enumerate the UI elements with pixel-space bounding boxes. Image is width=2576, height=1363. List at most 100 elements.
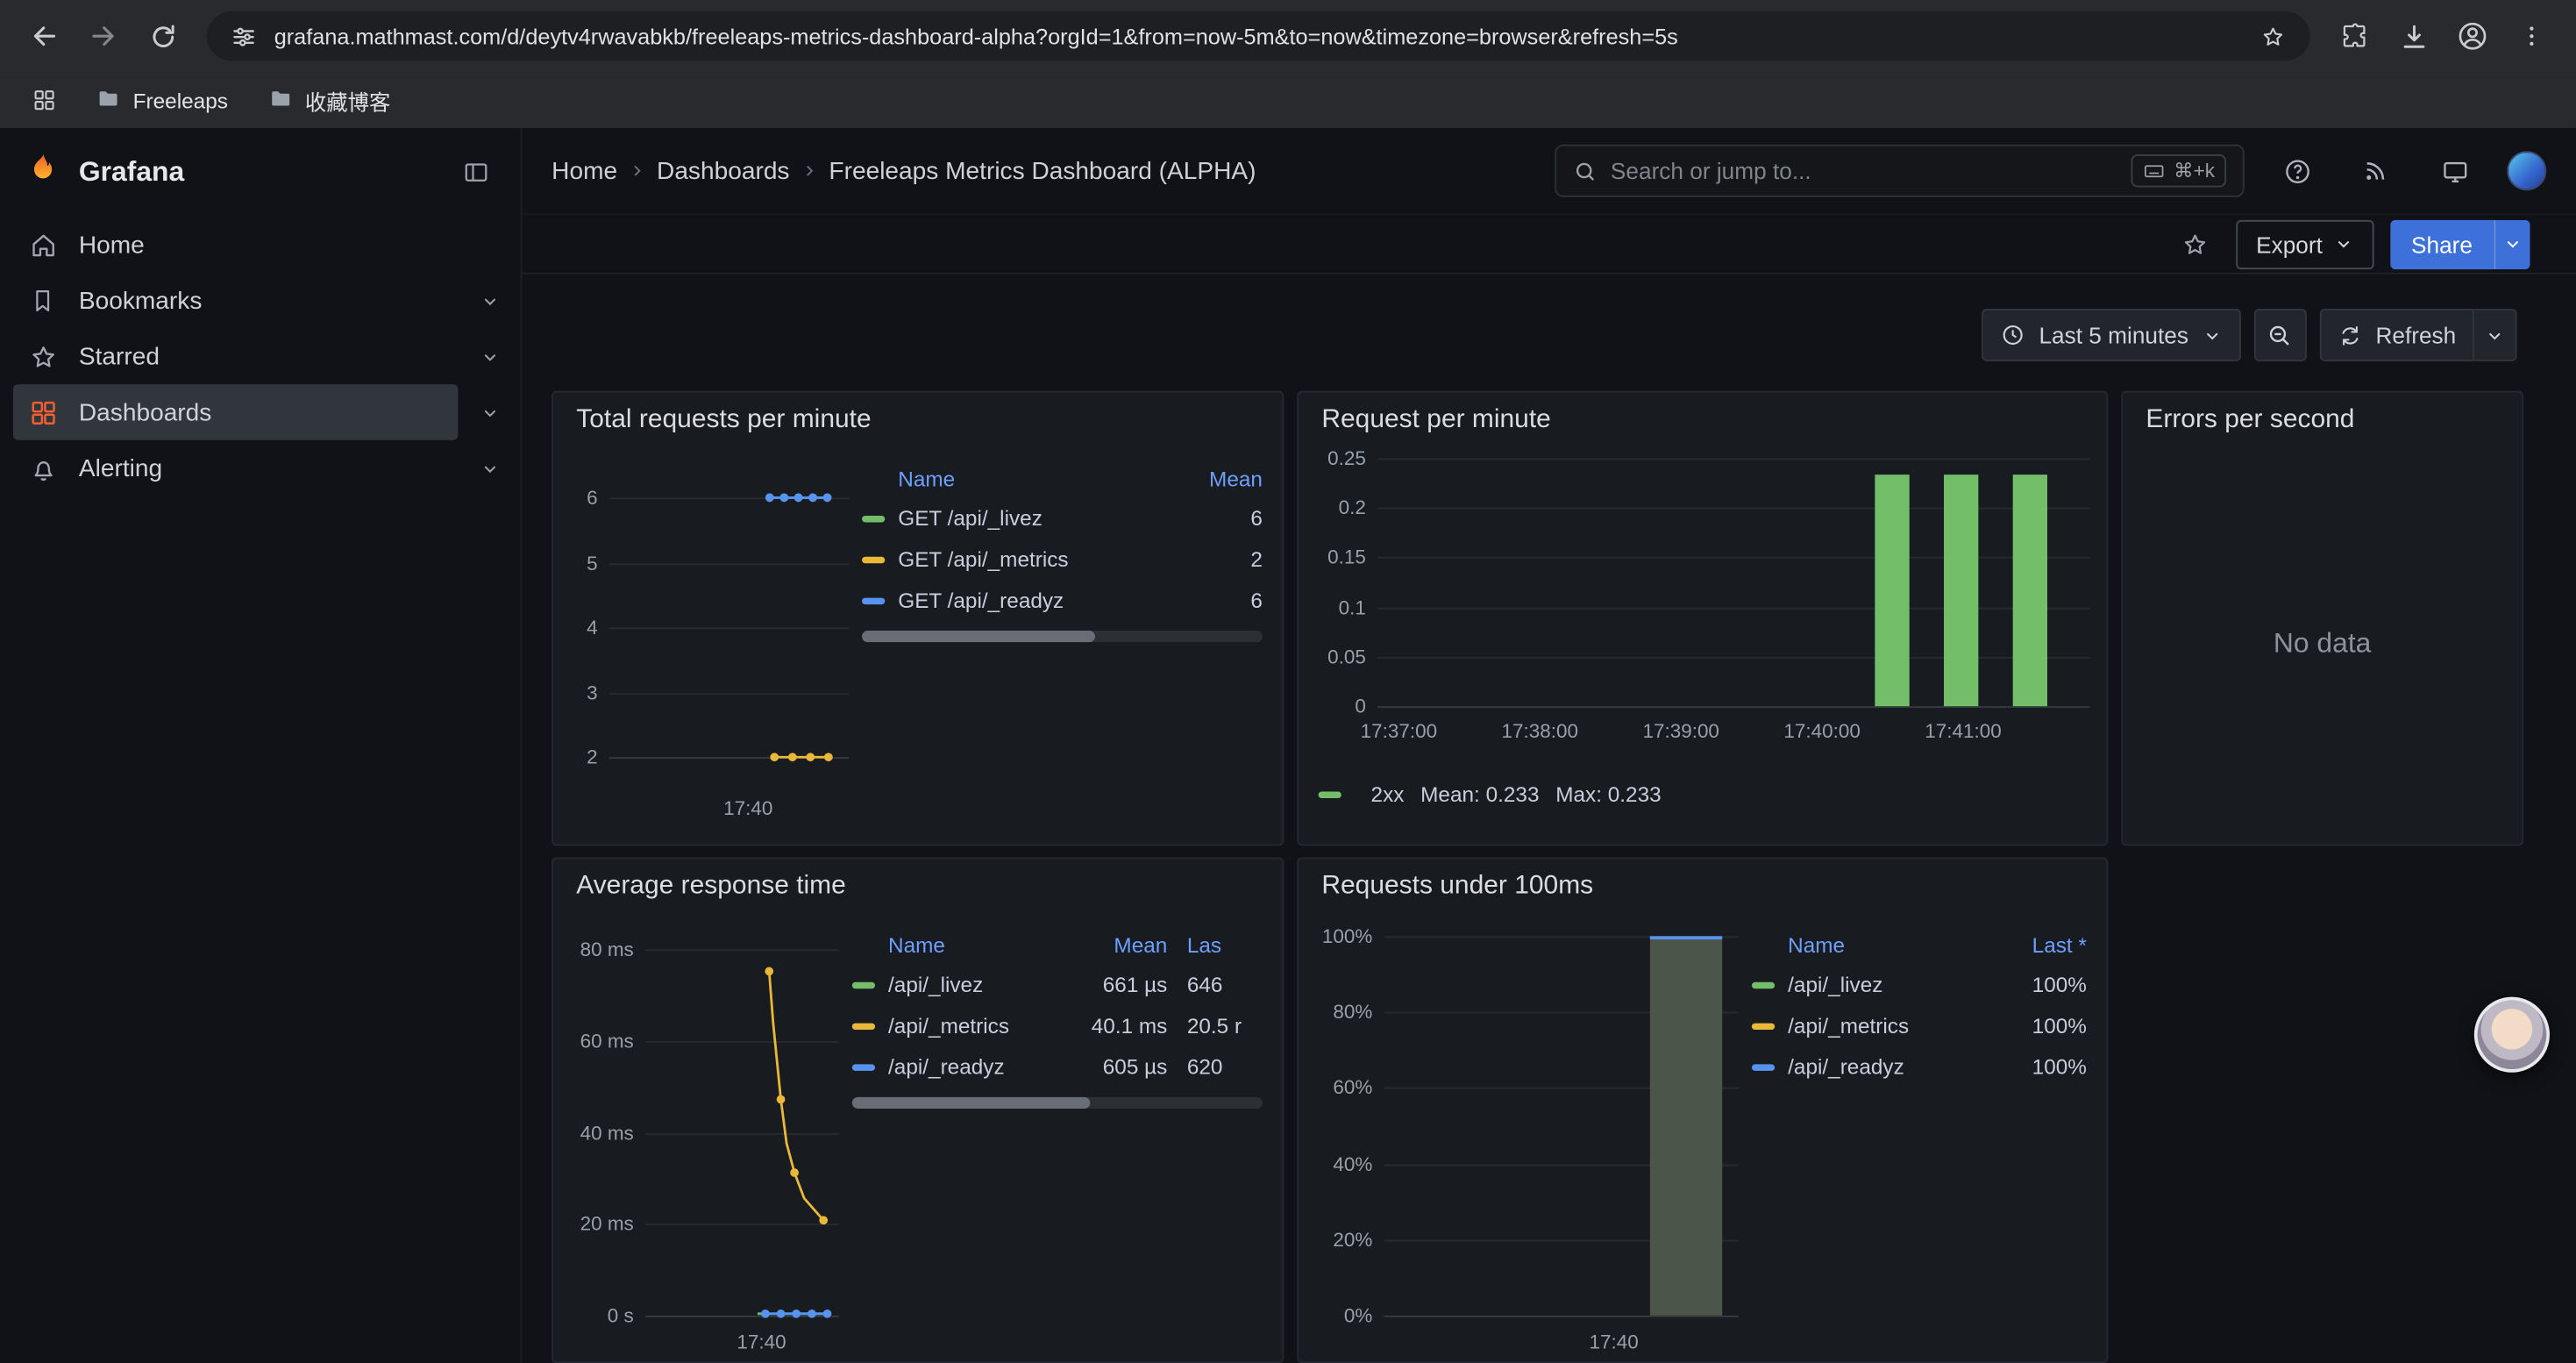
x-axis-tick: 17:38:00 <box>1502 719 1578 742</box>
legend-row: /api/_readyz100% <box>1752 1046 2087 1088</box>
legend-scrollbar-thumb[interactable] <box>852 1097 1091 1109</box>
legend-row: /api/_livez661 µs646 <box>852 964 1263 1005</box>
under-100ms-legend: NameLast */api/_livez100%/api/_metrics10… <box>1752 924 2087 1363</box>
sidebar-link-dashboards[interactable]: Dashboards <box>13 384 458 440</box>
back-icon[interactable] <box>17 8 73 64</box>
legend-name[interactable]: /api/_metrics <box>1788 1013 1991 1038</box>
url-text[interactable]: grafana.mathmast.com/d/deytv4rwavabkb/fr… <box>274 24 2239 48</box>
legend-name[interactable]: /api/_metrics <box>888 1013 1072 1038</box>
series-name[interactable]: 2xx <box>1371 781 1405 806</box>
panel-average-response-time: Average response time 80 ms60 ms40 ms20 … <box>551 857 1284 1363</box>
series-color-swatch <box>862 515 885 521</box>
panel-title[interactable]: Requests under 100ms <box>1321 872 2087 902</box>
breadcrumb-item[interactable]: Home <box>551 157 617 185</box>
legend-scrollbar-thumb[interactable] <box>862 631 1094 642</box>
apps-grid-icon[interactable] <box>23 79 66 122</box>
legend-name[interactable]: GET /api/_readyz <box>898 588 1167 612</box>
bar-series <box>2013 475 2047 706</box>
y-axis-tick: 80 ms <box>573 938 634 960</box>
chevron-down-icon[interactable] <box>458 273 520 329</box>
url-bar[interactable]: grafana.mathmast.com/d/deytv4rwavabkb/fr… <box>207 11 2310 61</box>
legend-mean: 40.1 ms <box>1072 1013 1168 1038</box>
grafana-logo-icon[interactable] <box>23 148 62 196</box>
sidebar-item-label: Home <box>79 231 145 259</box>
share-menu-chevron[interactable] <box>2494 219 2530 268</box>
chevron-down-icon[interactable] <box>458 440 520 496</box>
profile-icon[interactable] <box>2444 8 2501 64</box>
zoom-out-button[interactable] <box>2254 309 2307 361</box>
legend-header-last[interactable]: Las <box>1187 932 1263 957</box>
sidebar-link-bookmarks[interactable]: Bookmarks <box>13 273 458 329</box>
legend-header-mean[interactable]: Mean <box>1167 466 1263 490</box>
downloads-icon[interactable] <box>2386 8 2442 64</box>
bookmark-star-icon[interactable] <box>2254 18 2290 54</box>
sidebar-item-label: Alerting <box>79 454 162 482</box>
time-range-picker[interactable]: Last 5 minutes <box>1982 309 2241 361</box>
forward-icon[interactable] <box>75 8 132 64</box>
panel-title[interactable]: Request per minute <box>1321 406 2087 436</box>
user-avatar[interactable] <box>2507 151 2546 190</box>
bookmark-folder[interactable]: 收藏博客 <box>254 80 403 121</box>
legend-last: 620 <box>1187 1054 1263 1079</box>
request-per-minute-chart: 0.250.20.150.10.05017:37:0017:38:0017:39… <box>1319 458 2090 761</box>
legend-mean: 2 <box>1167 547 1263 572</box>
legend-name[interactable]: GET /api/_metrics <box>898 547 1167 572</box>
series-color-swatch <box>1752 1063 1775 1069</box>
y-axis-tick: 2 <box>573 746 598 768</box>
legend-header-last[interactable]: Last * <box>1991 932 2087 957</box>
chevron-down-icon[interactable] <box>458 384 520 440</box>
panel-title[interactable]: Average response time <box>576 872 1263 902</box>
legend-name[interactable]: /api/_readyz <box>888 1054 1072 1079</box>
chevron-down-icon[interactable] <box>458 329 520 385</box>
no-data-message: No data <box>2123 442 2522 845</box>
search-box[interactable]: ⌘+k <box>1555 145 2244 197</box>
sidebar-link-starred[interactable]: Starred <box>13 329 458 385</box>
browser-menu-icon[interactable] <box>2504 8 2560 64</box>
panel-title[interactable]: Errors per second <box>2145 406 2501 436</box>
monitor-icon[interactable] <box>2428 145 2480 197</box>
refresh-button[interactable]: Refresh <box>2320 309 2474 361</box>
share-split-button: Share <box>2390 219 2530 268</box>
series-color-swatch <box>862 597 885 603</box>
legend-header-name[interactable]: Name <box>898 466 1167 490</box>
legend-header-name[interactable]: Name <box>888 932 1072 957</box>
folder-icon <box>267 84 294 116</box>
assistant-avatar-widget[interactable] <box>2474 997 2550 1073</box>
legend-header-name[interactable]: Name <box>1788 932 1991 957</box>
legend-header-row: NameMean Las <box>852 924 1263 964</box>
legend-name[interactable]: /api/_readyz <box>1788 1054 1991 1079</box>
gridline <box>1377 657 2090 659</box>
legend-name[interactable]: /api/_livez <box>888 973 1072 997</box>
legend-row: GET /api/_readyz6 <box>862 580 1263 621</box>
gridline <box>1377 607 2090 609</box>
legend-row: /api/_metrics100% <box>1752 1005 2087 1046</box>
news-feed-icon[interactable] <box>2350 145 2402 197</box>
legend-row: GET /api/_metrics2 <box>862 539 1263 580</box>
export-button[interactable]: Export <box>2237 219 2373 268</box>
breadcrumb-item[interactable]: Dashboards <box>657 157 789 185</box>
sidebar-collapse-icon[interactable] <box>455 151 498 194</box>
bookmark-folder[interactable]: Freeleaps <box>82 80 241 121</box>
sidebar-link-alerting[interactable]: Alerting <box>13 440 458 496</box>
site-settings-icon[interactable] <box>226 19 259 52</box>
panel-title[interactable]: Total requests per minute <box>576 406 1263 436</box>
help-icon[interactable] <box>2271 145 2323 197</box>
y-axis-tick: 20% <box>1319 1228 1373 1251</box>
share-button[interactable]: Share <box>2390 219 2494 268</box>
y-axis-tick: 0% <box>1319 1304 1373 1327</box>
sidebar-link-home[interactable]: Home <box>13 217 521 273</box>
extensions-icon[interactable] <box>2326 8 2382 64</box>
favorite-star-icon[interactable] <box>2171 219 2220 268</box>
legend-name[interactable]: /api/_livez <box>1788 973 1991 997</box>
bookmarks-bar: Freeleaps 收藏博客 <box>0 72 2576 128</box>
plot-area <box>1384 936 1739 1316</box>
search-shortcut-badge: ⌘+k <box>2131 154 2226 187</box>
legend-name[interactable]: GET /api/_livez <box>898 506 1167 531</box>
sidebar-item-label: Dashboards <box>79 398 211 426</box>
x-axis-tick: 17:40 <box>737 1331 786 1353</box>
legend-header-mean[interactable]: Mean <box>1072 932 1168 957</box>
chevron-down-icon <box>2202 325 2223 346</box>
reload-icon[interactable] <box>135 8 191 64</box>
refresh-interval-chevron[interactable] <box>2474 309 2517 361</box>
search-input[interactable] <box>1611 158 2118 184</box>
